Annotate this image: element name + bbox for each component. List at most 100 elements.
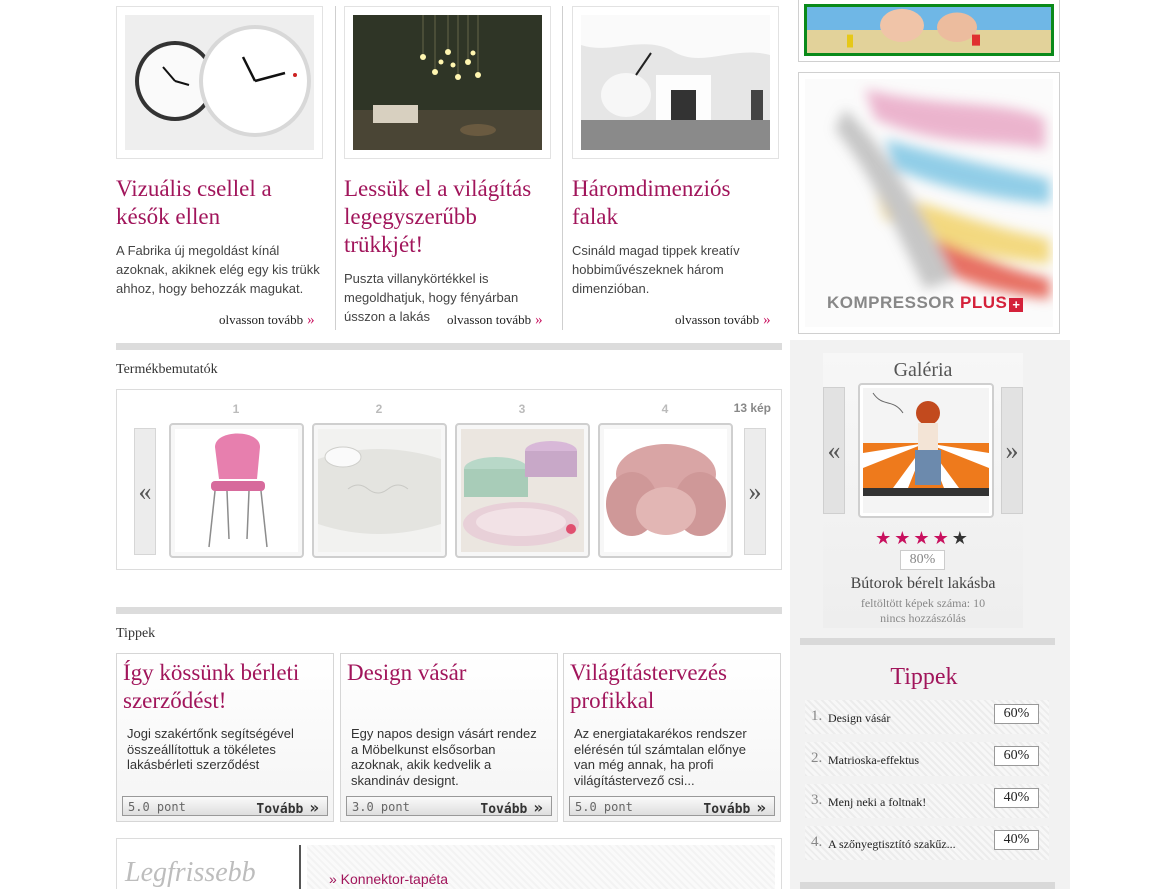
column-divider [562,6,563,330]
carousel-item-white-bowl[interactable] [312,423,447,558]
newest-link[interactable]: » Konnektor-tapéta [329,871,448,887]
right-section-band [800,638,1055,645]
image-count: 13 kép [733,401,771,415]
product-carousel: « 1 2 3 4 13 kép » [116,389,782,570]
blurred-motion-art [805,79,1053,327]
double-arrow-icon: » [307,312,315,328]
side-tip-label: Matrioska-effektus [828,753,920,767]
tip-footer-bar: 5.0 pont Tovább » [569,796,775,817]
side-tip-item[interactable]: 3. Menj neki a foltnak! 40% [805,784,1049,818]
column-divider [335,6,336,330]
side-tip-item[interactable]: 1. Design vásár 60% [805,700,1049,734]
side-tip-label: A szőnyegtisztító szakűz... [828,837,956,851]
tip-footer-bar: 5.0 pont Tovább » [122,796,328,817]
carousel-item-pink-chair[interactable] [169,423,304,558]
tip-more-label: Tovább [703,802,751,817]
gallery-upload-count: feltöltött képek száma: 10 [860,596,986,610]
carousel-item-fur-armchair[interactable] [598,423,733,558]
product-image-pink-chair [175,429,298,552]
gallery-album-title[interactable]: Bútorok bérelt lakásba [823,575,1023,593]
star-filled-icon: ★ [875,528,895,548]
top-ad-banner[interactable] [798,0,1060,62]
gallery-prev-button[interactable]: « [823,387,845,514]
star-empty-icon: ★ [951,528,971,548]
article-summary: A Fabrika új megoldást kínál azoknak, ak… [116,243,320,296]
carousel-index: 2 [375,402,383,416]
rating-stars[interactable]: ★★★★★ [823,528,1023,549]
side-tip-number: 1. [811,708,823,724]
read-more-label: olvasson tovább [675,312,760,327]
article-image-3d-wall[interactable] [581,15,770,150]
side-tip-percent: 40% [994,830,1039,850]
side-tip-item[interactable]: 2. Matrioska-effektus 60% [805,742,1049,776]
article-image-light-bulbs[interactable] [353,15,542,150]
products-section-label: Termékbemutatók [116,362,218,377]
side-tip-percent: 40% [994,788,1039,808]
read-more-label: olvasson tovább [447,312,532,327]
read-more-link-1[interactable]: olvasson tovább» [219,312,315,329]
tip-title[interactable]: Így kössünk bérleti szerződést! [123,659,327,715]
tip-more-label: Tovább [480,802,528,817]
read-more-link-2[interactable]: olvasson tovább» [447,312,543,329]
carousel-item-pastel-bowls[interactable] [455,423,590,558]
product-image-white-bowl [318,429,441,552]
tip-summary: Egy napos design vásárt rendez a Möbelku… [351,726,537,788]
product-image-fur-armchair [604,429,727,552]
double-arrow-icon: » [763,312,771,328]
tip-more-button[interactable]: Tovább » [480,798,543,817]
article-image-clocks[interactable] [125,15,314,150]
read-more-link-3[interactable]: olvasson tovább» [675,312,771,329]
side-tip-percent: 60% [994,746,1039,766]
side-tip-item[interactable]: 4. A szőnyegtisztító szakűz... 40% [805,826,1049,860]
article-summary: Csináld magad tippek kreatív hobbiművész… [572,243,740,296]
article-thumb-frame[interactable] [344,6,551,159]
newest-divider [299,845,301,889]
tips-section-label: Tippek [116,626,156,641]
side-tip-percent: 60% [994,704,1039,724]
kompressor-ad[interactable]: KOMPRESSOR PLUS + [798,72,1060,334]
tip-card-2: Design vásár Egy napos design vásárt ren… [340,653,558,822]
article-thumb-frame[interactable] [116,6,323,159]
article-thumb-frame[interactable] [572,6,779,159]
gallery-photo[interactable] [858,383,994,518]
newest-list: » Konnektor-tapéta [307,845,775,889]
side-tip-number: 2. [811,750,823,766]
tip-title[interactable]: Világítástervezés profikkal [570,659,774,715]
article-title[interactable]: Háromdimenziós falak [572,175,782,231]
side-tip-number: 4. [811,834,823,850]
tip-more-label: Tovább [256,802,304,817]
article-card-3: Háromdimenziós falak Csináld magad tippe… [572,6,782,298]
rating-percent: 80% [900,550,945,570]
newest-title: Legfrissebb [125,857,256,888]
tip-more-button[interactable]: Tovább » [256,798,319,817]
ad-image-beach [804,4,1054,56]
tip-more-button[interactable]: Tovább » [703,798,766,817]
article-card-2: Lessük el a világítás legegyszerűbb trük… [344,6,554,326]
gallery-image-woman-sofa [863,388,989,513]
carousel-index: 1 [232,402,240,416]
ad-brand-name: KOMPRESSOR [827,293,955,312]
gallery-comment-count: nincs hozzászólás [880,611,966,625]
section-band [116,607,782,614]
newest-box: Legfrissebb » Konnektor-tapéta [116,838,782,889]
carousel-index: 4 [661,402,669,416]
ad-brand-suffix: PLUS [960,293,1008,312]
product-image-pastel-bowls [461,429,584,552]
star-filled-icon: ★ [894,528,914,548]
section-band [116,343,782,350]
carousel-prev-button[interactable]: « [134,428,156,555]
ad-image-blur: KOMPRESSOR PLUS + [805,79,1053,327]
star-filled-icon: ★ [913,528,933,548]
read-more-label: olvasson tovább [219,312,304,327]
double-arrow-icon: » [309,798,319,817]
article-title[interactable]: Lessük el a világítás legegyszerűbb trük… [344,175,554,259]
gallery-title: Galéria [893,359,953,381]
double-arrow-icon: » [533,798,543,817]
plus-icon: + [1009,298,1024,312]
side-tip-label: Menj neki a foltnak! [828,795,927,809]
gallery-next-button[interactable]: » [1001,387,1023,514]
tip-title[interactable]: Design vásár [347,659,551,687]
ad-brand-text: KOMPRESSOR PLUS + [827,293,1024,313]
article-title[interactable]: Vizuális csellel a késők ellen [116,175,326,231]
carousel-next-button[interactable]: » [744,428,766,555]
